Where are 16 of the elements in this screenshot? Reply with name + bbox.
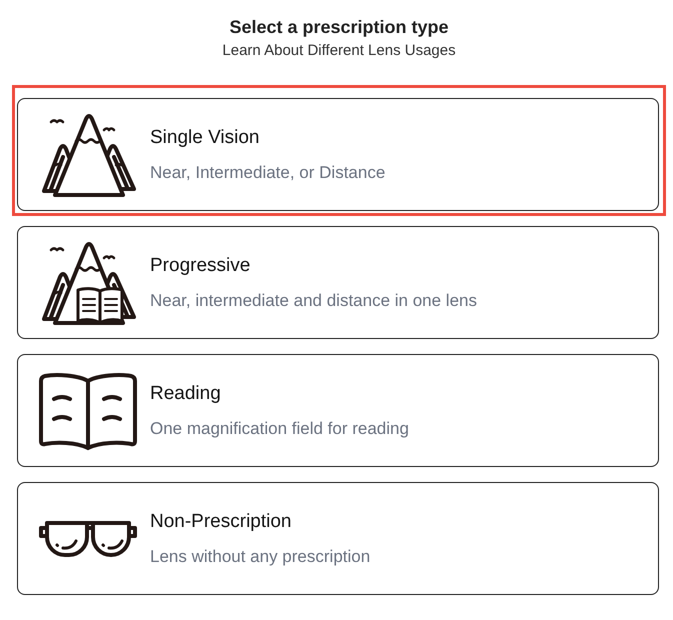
option-title: Single Vision bbox=[150, 126, 260, 148]
option-card[interactable]: Reading One magnification field for reading bbox=[17, 354, 659, 467]
option-description: Near, Intermediate, or Distance bbox=[150, 162, 386, 182]
open-book-icon bbox=[38, 370, 138, 450]
page-subtitle: Learn About Different Lens Usages bbox=[222, 42, 456, 60]
option-card[interactable]: Non-Prescription Lens without any prescription bbox=[17, 482, 659, 595]
option-description: One magnification field for reading bbox=[150, 418, 409, 438]
glasses-icon bbox=[38, 518, 138, 558]
option-card[interactable]: Progressive Near, intermediate and distance in one lens bbox=[17, 226, 659, 339]
option-description: Lens without any prescription bbox=[150, 546, 370, 566]
option-card[interactable]: Single Vision Near, Intermediate, or Distance bbox=[17, 98, 659, 211]
option-title: Progressive bbox=[150, 254, 250, 276]
option-title: Reading bbox=[150, 382, 221, 404]
option-title: Non-Prescription bbox=[150, 510, 292, 532]
option-description: Near, intermediate and distance in one lens bbox=[150, 290, 477, 310]
page-title: Select a prescription type bbox=[229, 16, 449, 38]
